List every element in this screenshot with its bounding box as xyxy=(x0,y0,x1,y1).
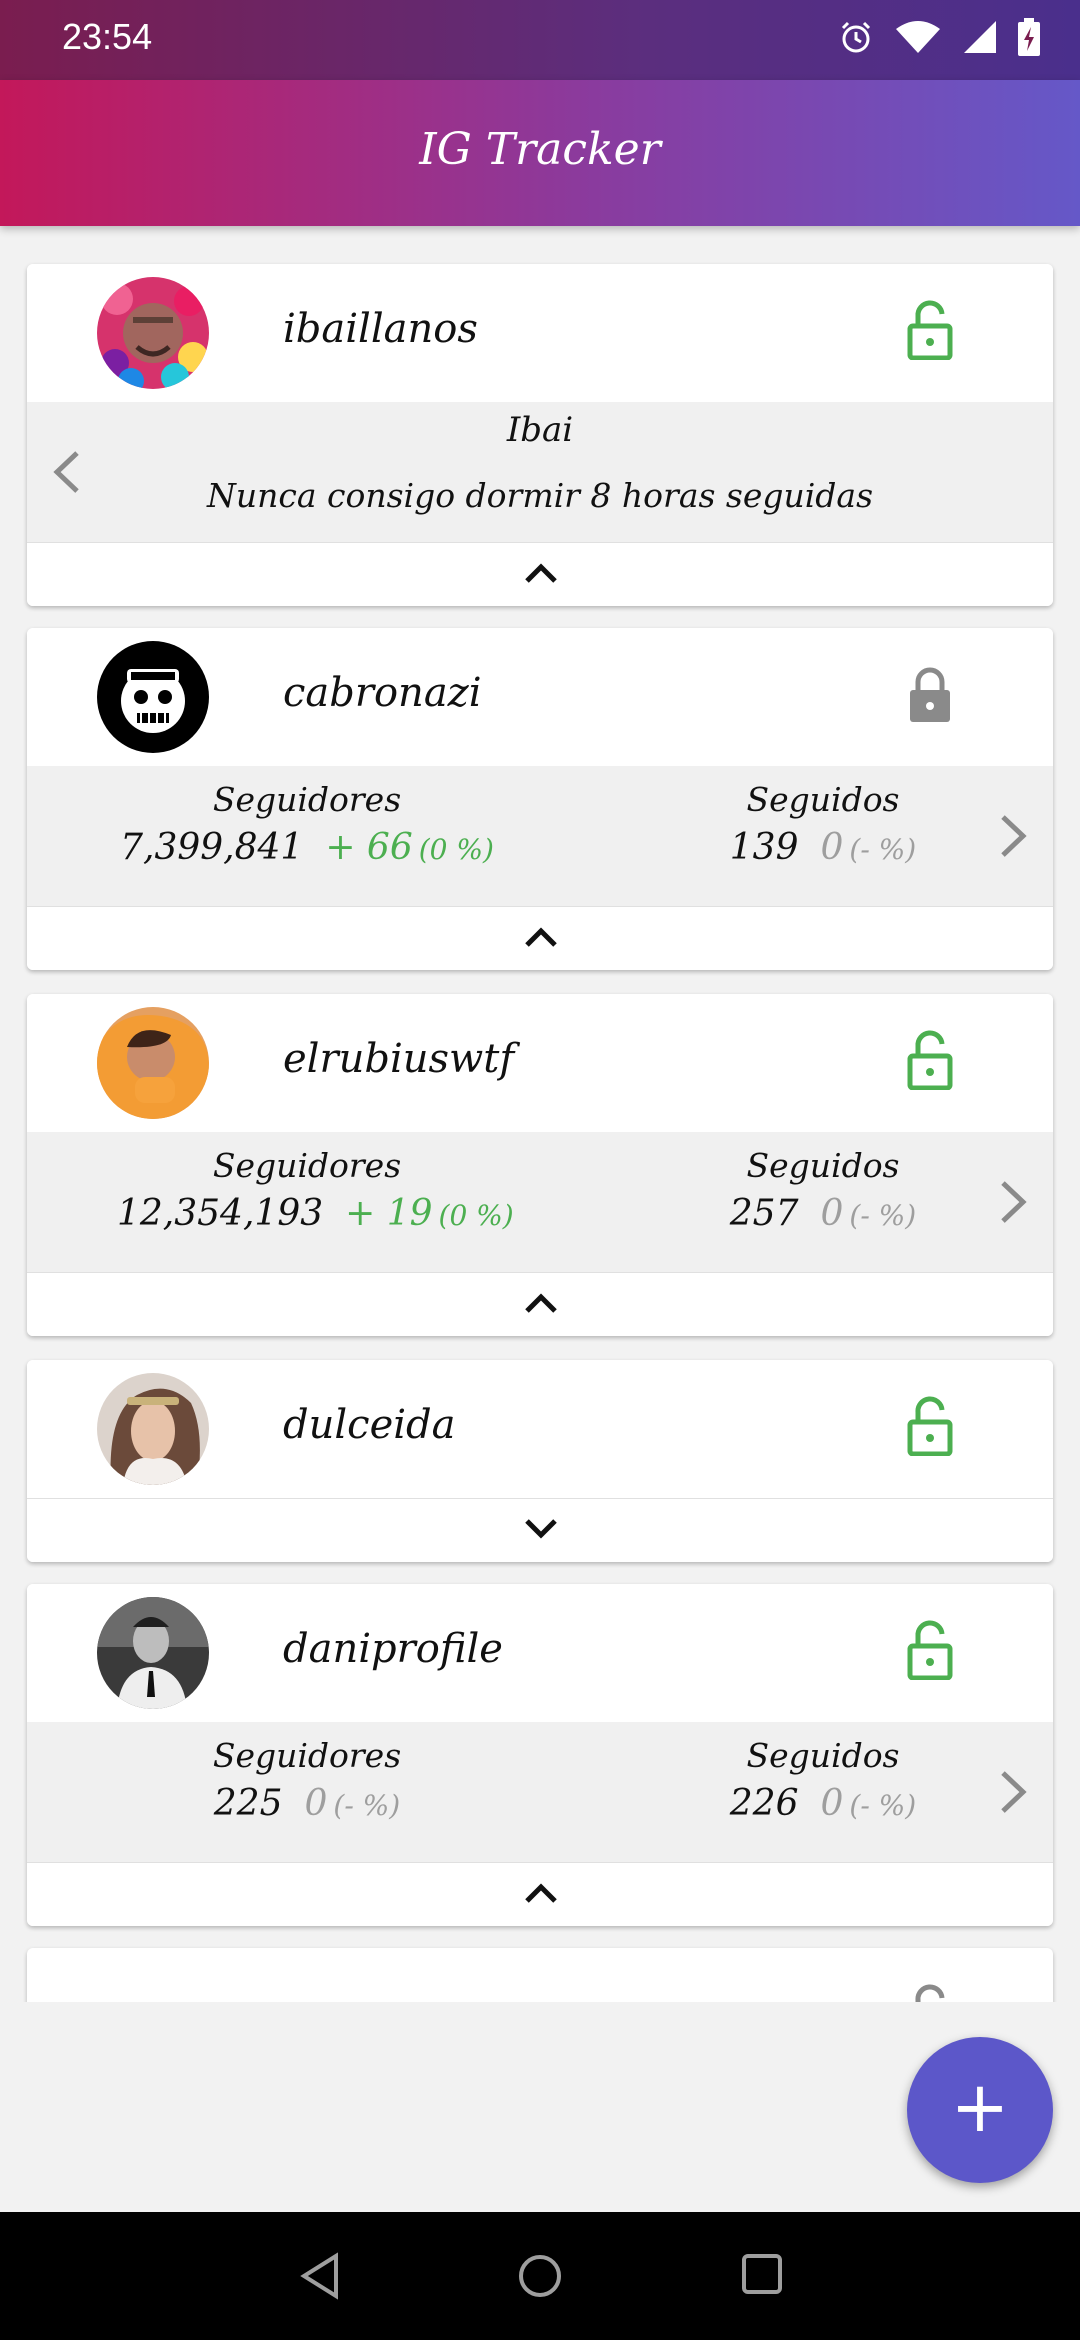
home-icon[interactable] xyxy=(516,2252,564,2300)
following-label: Seguidos xyxy=(746,1146,900,1185)
following-delta: 0 xyxy=(820,1783,844,1824)
following-count: 257 xyxy=(729,1193,799,1234)
unlocked-icon[interactable] xyxy=(907,300,953,360)
collapse-toggle[interactable] xyxy=(27,906,1053,970)
account-card[interactable]: cabronazi Seguidores 7,399,841 + 66 (0 %) … xyxy=(27,628,1053,970)
followers-delta: 0 xyxy=(304,1783,328,1824)
card-header[interactable]: ibaillanos xyxy=(27,264,1053,402)
chevron-up-icon[interactable] xyxy=(523,1881,559,1905)
followers-label: Seguidores xyxy=(212,1146,402,1185)
username: ibaillanos xyxy=(283,306,478,352)
following-percent: (- %) xyxy=(849,1199,917,1232)
card-stats-panel[interactable]: Seguidores 7,399,841 + 66 (0 %) Seguidos 1… xyxy=(27,766,1053,906)
followers-percent: (- %) xyxy=(333,1789,401,1822)
bio-text: Nunca consigo dormir 8 horas seguidas xyxy=(206,476,874,515)
avatar[interactable] xyxy=(97,1007,209,1119)
card-header[interactable]: cabronazi xyxy=(27,628,1053,766)
avatar[interactable] xyxy=(97,1373,209,1485)
recents-icon[interactable] xyxy=(740,2252,784,2296)
account-card[interactable]: elrubiuswtf Seguidores 12,354,193 + 19 (0 … xyxy=(27,994,1053,1336)
account-card[interactable]: dulceida xyxy=(27,1360,1053,1562)
avatar[interactable] xyxy=(97,277,209,389)
account-card[interactable]: ibaillanos Ibai Nunca consigo dormir 8 h… xyxy=(27,264,1053,606)
followers-percent: (0 %) xyxy=(418,833,494,866)
followers-label: Seguidores xyxy=(212,1736,402,1775)
followers-delta: + 66 xyxy=(325,827,413,868)
avatar[interactable] xyxy=(97,1597,209,1709)
card-bio-panel[interactable]: Ibai Nunca consigo dormir 8 horas seguid… xyxy=(27,402,1053,542)
system-nav-bar xyxy=(0,2212,1080,2340)
card-header[interactable]: dulceida xyxy=(27,1360,1053,1498)
account-card-partial[interactable] xyxy=(27,1948,1053,2002)
collapse-toggle[interactable] xyxy=(27,542,1053,606)
locked-icon[interactable] xyxy=(907,664,953,724)
plus-icon: + xyxy=(950,2066,1010,2148)
username: daniprofile xyxy=(283,1626,503,1672)
following-percent: (- %) xyxy=(849,1789,917,1822)
unlocked-icon[interactable] xyxy=(907,1396,953,1456)
followers-percent: (0 %) xyxy=(438,1199,514,1232)
following-count: 226 xyxy=(729,1783,799,1824)
chevron-up-icon[interactable] xyxy=(523,925,559,949)
card-header[interactable]: elrubiuswtf xyxy=(27,994,1053,1132)
username: cabronazi xyxy=(283,670,482,716)
followers-stat: Seguidores 12,354,193 + 19 (0 %) xyxy=(117,1146,514,1234)
wifi-icon xyxy=(896,21,940,53)
avatar[interactable] xyxy=(97,641,209,753)
following-label: Seguidos xyxy=(746,780,900,819)
collapse-toggle[interactable] xyxy=(27,1862,1053,1926)
followers-stat: Seguidores 7,399,841 + 66 (0 %) xyxy=(117,780,497,868)
following-stat: Seguidos 226 0 (- %) xyxy=(633,1736,1013,1824)
following-delta: 0 xyxy=(820,1193,844,1234)
followers-label: Seguidores xyxy=(212,780,402,819)
back-icon[interactable] xyxy=(298,2252,342,2300)
followers-count: 12,354,193 xyxy=(117,1193,324,1234)
alarm-icon xyxy=(841,21,871,53)
following-stat: Seguidos 139 0 (- %) xyxy=(633,780,1013,868)
chevron-up-icon[interactable] xyxy=(523,1291,559,1315)
status-icons xyxy=(838,18,1040,56)
following-delta: 0 xyxy=(820,827,844,868)
chevron-up-icon[interactable] xyxy=(523,561,559,585)
followers-stat: Seguidores 225 0 (- %) xyxy=(117,1736,497,1824)
card-stats-panel[interactable]: Seguidores 12,354,193 + 19 (0 %) Seguidos … xyxy=(27,1132,1053,1272)
following-count: 139 xyxy=(729,827,799,868)
collapse-toggle[interactable] xyxy=(27,1272,1053,1336)
expand-toggle[interactable] xyxy=(27,1498,1053,1562)
bio-full-name: Ibai xyxy=(506,410,574,450)
card-stats-panel[interactable]: Seguidores 225 0 (- %) Seguidos 226 0 (- %) xyxy=(27,1722,1053,1862)
battery-charging-icon xyxy=(1018,18,1040,56)
status-time: 23:54 xyxy=(62,16,153,57)
app-title: IG Tracker xyxy=(419,124,661,175)
add-account-button[interactable]: + xyxy=(907,2037,1053,2183)
chevron-right-icon[interactable] xyxy=(997,811,1031,861)
unlocked-icon[interactable] xyxy=(907,1620,953,1680)
following-percent: (- %) xyxy=(849,833,917,866)
username: dulceida xyxy=(283,1402,456,1448)
following-label: Seguidos xyxy=(746,1736,900,1775)
followers-delta: + 19 xyxy=(345,1193,433,1234)
chevron-down-icon[interactable] xyxy=(523,1517,559,1541)
followers-count: 7,399,841 xyxy=(120,827,304,868)
account-card[interactable]: daniprofile Seguidores 225 0 (- %) Seguido… xyxy=(27,1584,1053,1926)
chevron-right-icon[interactable] xyxy=(997,1177,1031,1227)
following-stat: Seguidos 257 0 (- %) xyxy=(633,1146,1013,1234)
account-list[interactable]: ibaillanos Ibai Nunca consigo dormir 8 h… xyxy=(0,226,1080,2002)
unlocked-icon[interactable] xyxy=(907,1030,953,1090)
card-header[interactable]: daniprofile xyxy=(27,1584,1053,1722)
signal-icon xyxy=(964,21,996,53)
followers-count: 225 xyxy=(213,1783,283,1824)
chevron-right-icon[interactable] xyxy=(997,1767,1031,1817)
lock-icon[interactable] xyxy=(907,1984,953,2002)
status-bar: 23:54 xyxy=(0,0,1080,80)
app-bar: IG Tracker xyxy=(0,80,1080,226)
username: elrubiuswtf xyxy=(283,1036,515,1082)
